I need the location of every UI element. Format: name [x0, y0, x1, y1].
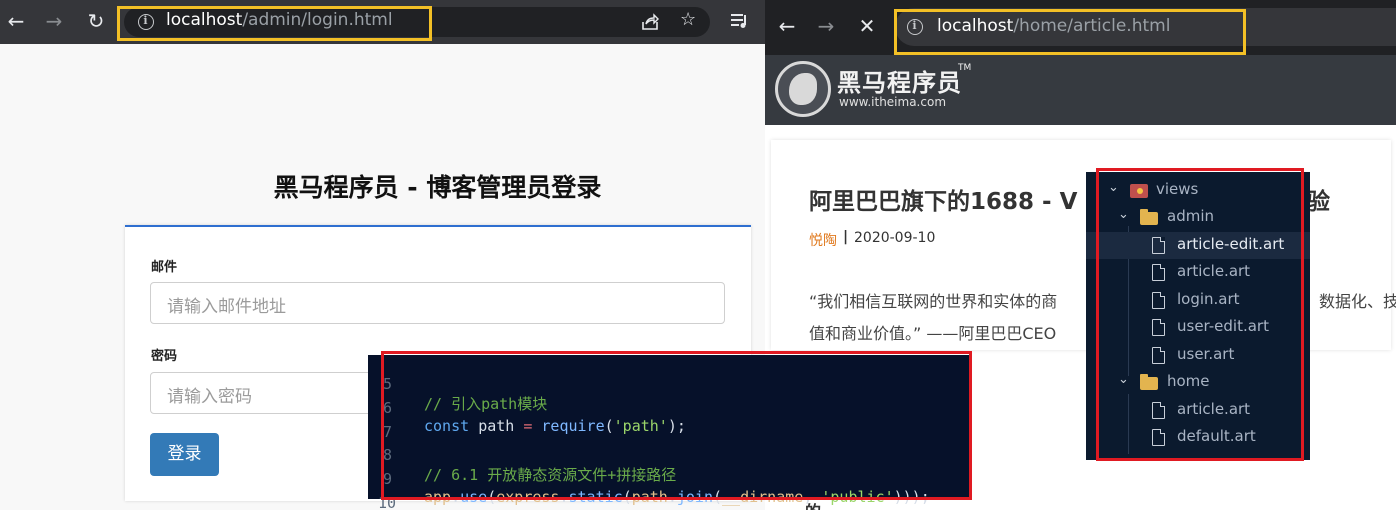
back-arrow-icon[interactable]: ←	[773, 13, 801, 39]
password-label: 密码	[151, 349, 178, 364]
stop-loading-icon[interactable]: ✕	[853, 13, 881, 39]
logo-chinese-text: 黑马程序员	[837, 69, 962, 97]
code-highlight-box	[381, 351, 972, 500]
logo-url-text: www.itheima.com	[839, 95, 947, 109]
email-label: 邮件	[151, 260, 178, 275]
article-title[interactable]: 阿里巴巴旗下的1688 - V	[809, 182, 1077, 216]
tree-highlight-box	[1096, 168, 1304, 461]
reload-icon[interactable]: ↻	[82, 8, 110, 34]
article-excerpt-line-2: 值和商业价值。” ——阿里巴巴CEO	[809, 324, 1057, 343]
meta-separator: |	[843, 229, 849, 245]
url-highlight-box	[117, 6, 432, 41]
article-date: 2020-09-10	[854, 230, 936, 246]
bookmark-star-icon[interactable]: ☆	[680, 9, 696, 30]
login-page-title: 黑马程序员 - 博客管理员登录	[273, 173, 602, 202]
screenshot-composite: ← → ↻ localhost/admin/login.html ☆ 黑马程序员…	[0, 0, 1396, 510]
url-highlight-box	[894, 9, 1246, 55]
forward-arrow-icon[interactable]: →	[812, 13, 840, 39]
logo-trademark: TM	[958, 63, 972, 73]
login-button[interactable]: 登录	[150, 433, 219, 476]
back-arrow-icon[interactable]: ←	[2, 8, 30, 34]
article-excerpt-line-1: “我们相信互联网的世界和实体的商	[809, 292, 1058, 311]
article-title-tail: 验	[1307, 189, 1330, 215]
article-excerpt-line-1-tail: 数据化、技术	[1319, 292, 1396, 311]
site-banner: 黑马程序员 TM www.itheima.com	[765, 55, 1396, 125]
horse-logo-icon	[775, 61, 831, 117]
share-icon[interactable]	[640, 13, 660, 31]
reading-list-icon[interactable]	[730, 12, 750, 30]
forward-arrow-icon[interactable]: →	[40, 8, 68, 34]
email-field[interactable]: 请输入邮件地址	[150, 282, 725, 324]
article-author[interactable]: 悦陶	[809, 230, 837, 250]
